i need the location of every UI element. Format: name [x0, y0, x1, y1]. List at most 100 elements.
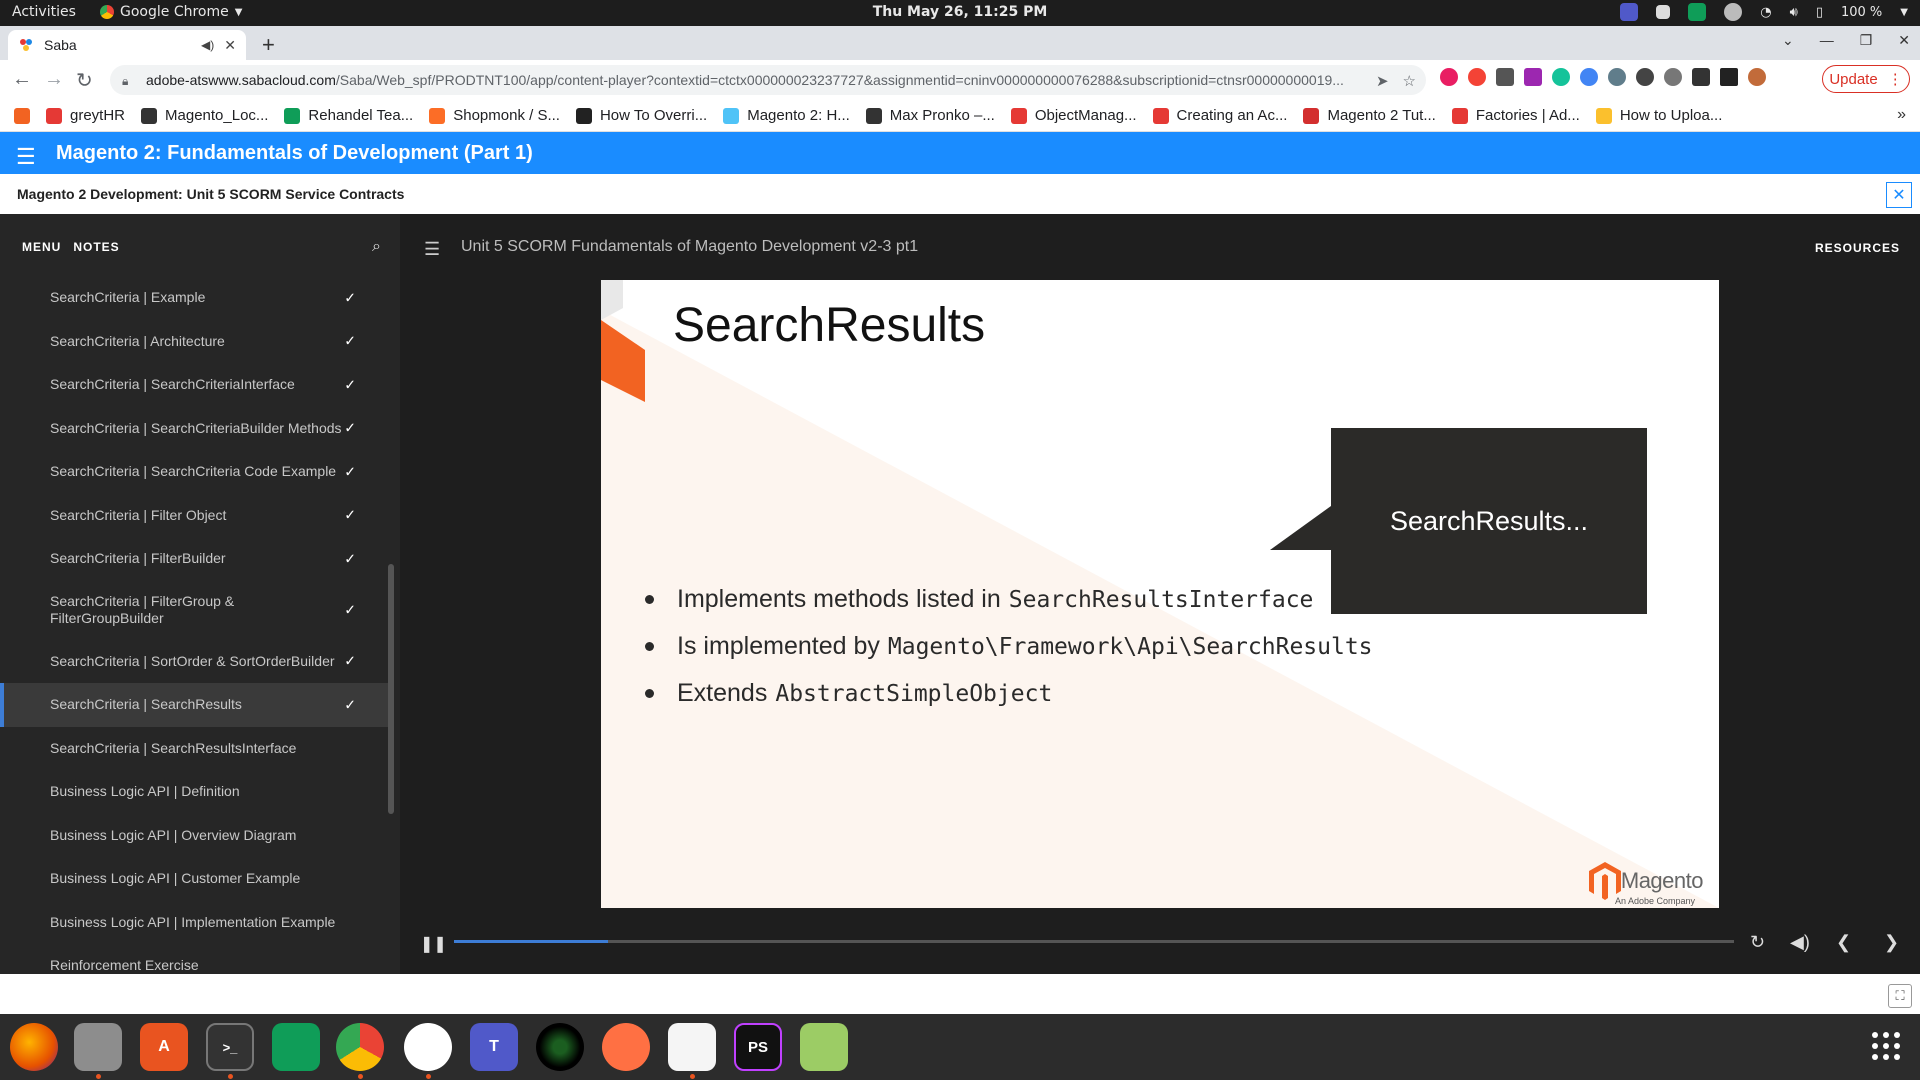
update-button[interactable]: Update ⋮	[1822, 65, 1910, 93]
volume-icon[interactable]: 🔊︎	[1790, 5, 1798, 20]
lock-icon[interactable]: 🔒︎	[122, 74, 134, 88]
extension-icon[interactable]	[1608, 68, 1626, 86]
bookmark-item[interactable]: Creating an Ac...	[1152, 107, 1287, 124]
back-arrow-icon[interactable]: ←	[12, 68, 32, 91]
pause-icon[interactable]: ❚❚	[420, 934, 447, 954]
puzzle-icon[interactable]	[1692, 68, 1710, 86]
chrome-icon[interactable]	[336, 1023, 384, 1071]
send-icon[interactable]: ➤	[1376, 72, 1389, 90]
close-tab-icon[interactable]: ✕	[224, 37, 236, 54]
replay-icon[interactable]: ↻	[1750, 932, 1765, 953]
star-icon[interactable]: ☆	[1403, 72, 1416, 90]
battery-icon[interactable]: ▯	[1816, 5, 1823, 20]
firefox-icon[interactable]	[10, 1023, 58, 1071]
speaker-icon[interactable]: ◀︎)	[201, 38, 214, 52]
profile-avatar[interactable]	[1748, 68, 1766, 86]
bookmark-item[interactable]: Shopmonk / S...	[429, 107, 560, 124]
google-chat-icon[interactable]	[272, 1023, 320, 1071]
fullscreen-icon[interactable]: ⛶	[1888, 984, 1912, 1008]
teams-icon[interactable]: T	[470, 1023, 518, 1071]
sidebar-item[interactable]: Business Logic API | Definition	[0, 770, 388, 814]
sidebar-item[interactable]: SearchCriteria | SortOrder & SortOrderBu…	[0, 640, 388, 684]
bookmark-item[interactable]: Factories | Ad...	[1451, 107, 1580, 124]
grammarly-icon[interactable]	[1552, 68, 1570, 86]
bookmark-magento-icon[interactable]	[14, 107, 30, 124]
extension-icon[interactable]	[1580, 68, 1598, 86]
tab-menu[interactable]: MENU	[22, 240, 61, 254]
address-bar[interactable]: 🔒︎ adobe-atswww.sabacloud.com/Saba/Web_s…	[110, 65, 1426, 95]
sidebar-item[interactable]: SearchCriteria | Architecture ✓	[0, 320, 388, 364]
sidebar-item[interactable]: Reinforcement Exercise	[0, 944, 388, 974]
sidebar-item[interactable]: SearchCriteria | FilterGroup & FilterGro…	[0, 581, 388, 640]
bookmark-item[interactable]: Magento_Loc...	[141, 107, 268, 124]
sidebar-item[interactable]: SearchCriteria | SearchResultsInterface	[0, 727, 388, 771]
progress-bar[interactable]	[454, 940, 1734, 943]
sidebar-item[interactable]: SearchCriteria | SearchResults ✓	[0, 683, 388, 727]
sidebar-item[interactable]: SearchCriteria | FilterBuilder ✓	[0, 537, 388, 581]
hamburger-menu-icon[interactable]: ☰	[16, 144, 36, 170]
bookmark-item[interactable]: ObjectManag...	[1010, 107, 1137, 124]
new-tab-button[interactable]: +	[262, 32, 275, 58]
software-center-icon[interactable]: A	[140, 1023, 188, 1071]
tab-notes[interactable]: NOTES	[73, 240, 119, 254]
minimize-icon[interactable]: —	[1820, 32, 1834, 49]
bookmark-item[interactable]: How To Overri...	[575, 107, 707, 124]
globe-tray-icon[interactable]	[1724, 3, 1743, 21]
image-viewer-icon[interactable]	[800, 1023, 848, 1071]
sidebar-item[interactable]: SearchCriteria | Filter Object ✓	[0, 494, 388, 538]
forward-arrow-icon[interactable]: →	[44, 68, 64, 91]
sidebar-scrollbar[interactable]	[388, 564, 394, 814]
bullet-dot	[645, 642, 654, 651]
previous-slide-icon[interactable]: ❮	[1836, 932, 1851, 953]
tab-search-icon[interactable]: ⌄	[1782, 32, 1794, 49]
adblock-icon[interactable]	[1468, 68, 1486, 86]
bookmark-item[interactable]: How to Uploa...	[1595, 107, 1722, 124]
camera-icon[interactable]	[536, 1023, 584, 1071]
text-editor-icon[interactable]	[668, 1023, 716, 1071]
sidebar-item[interactable]: SearchCriteria | SearchCriteriaBuilder M…	[0, 407, 388, 451]
system-tray[interactable]: ◔ 🔊︎ ▯ 100 % ▼	[1620, 3, 1908, 21]
slack-tray-icon[interactable]	[1656, 5, 1671, 19]
search-icon[interactable]: ⌕	[372, 238, 381, 256]
close-window-icon[interactable]: ✕	[1898, 32, 1910, 49]
sidebar-item[interactable]: Business Logic API | Customer Example	[0, 857, 388, 901]
bookmark-item[interactable]: Magento 2: H...	[723, 107, 850, 124]
extension-icon[interactable]	[1664, 68, 1682, 86]
hamburger-menu-icon[interactable]: ☰	[424, 239, 440, 260]
restore-icon[interactable]: ❐	[1860, 32, 1873, 49]
show-applications-icon[interactable]	[1872, 1032, 1900, 1060]
browser-tab[interactable]: Saba ◀︎) ✕	[8, 30, 246, 60]
wifi-icon[interactable]: ◔	[1760, 5, 1771, 20]
sidebar-item[interactable]: SearchCriteria | SearchCriteriaInterface…	[0, 363, 388, 407]
volume-icon[interactable]: ◀︎)	[1790, 932, 1810, 953]
next-slide-icon[interactable]: ❯	[1884, 932, 1899, 953]
app-menu[interactable]: Google Chrome ▼	[100, 4, 242, 20]
postman-icon[interactable]	[602, 1023, 650, 1071]
files-icon[interactable]	[74, 1023, 122, 1071]
extension-icon[interactable]	[1440, 68, 1458, 86]
chevron-right-double-icon[interactable]: »	[1897, 106, 1906, 124]
bookmark-item[interactable]: Max Pronko –...	[865, 107, 995, 124]
extension-icon[interactable]	[1496, 68, 1514, 86]
close-player-button[interactable]: ✕	[1886, 182, 1912, 208]
slack-icon[interactable]	[404, 1023, 452, 1071]
bookmark-item[interactable]: greytHR	[46, 107, 125, 124]
chevron-down-icon[interactable]: ▼	[1900, 7, 1908, 18]
phpstorm-icon[interactable]: PS	[734, 1023, 782, 1071]
reload-icon[interactable]: ↻	[76, 68, 93, 93]
bookmark-item[interactable]: Rehandel Tea...	[284, 107, 413, 124]
activities-button[interactable]: Activities	[12, 4, 76, 20]
sidebar-item[interactable]: Business Logic API | Overview Diagram	[0, 814, 388, 858]
extension-icon[interactable]	[1524, 68, 1542, 86]
sidebar-item[interactable]: SearchCriteria | Example ✓	[0, 276, 388, 320]
terminal-icon[interactable]: >_	[206, 1023, 254, 1071]
resources-button[interactable]: RESOURCES	[1815, 241, 1900, 255]
chat-tray-icon[interactable]	[1688, 3, 1707, 21]
teams-tray-icon[interactable]	[1620, 3, 1639, 21]
bookmark-item[interactable]: Magento 2 Tut...	[1303, 107, 1436, 124]
sidebar-item[interactable]: SearchCriteria | SearchCriteria Code Exa…	[0, 450, 388, 494]
side-panel-icon[interactable]	[1720, 68, 1738, 86]
extension-icon[interactable]	[1636, 68, 1654, 86]
sidebar-item[interactable]: Business Logic API | Implementation Exam…	[0, 901, 388, 945]
kebab-menu-icon[interactable]: ⋮	[1888, 70, 1903, 88]
